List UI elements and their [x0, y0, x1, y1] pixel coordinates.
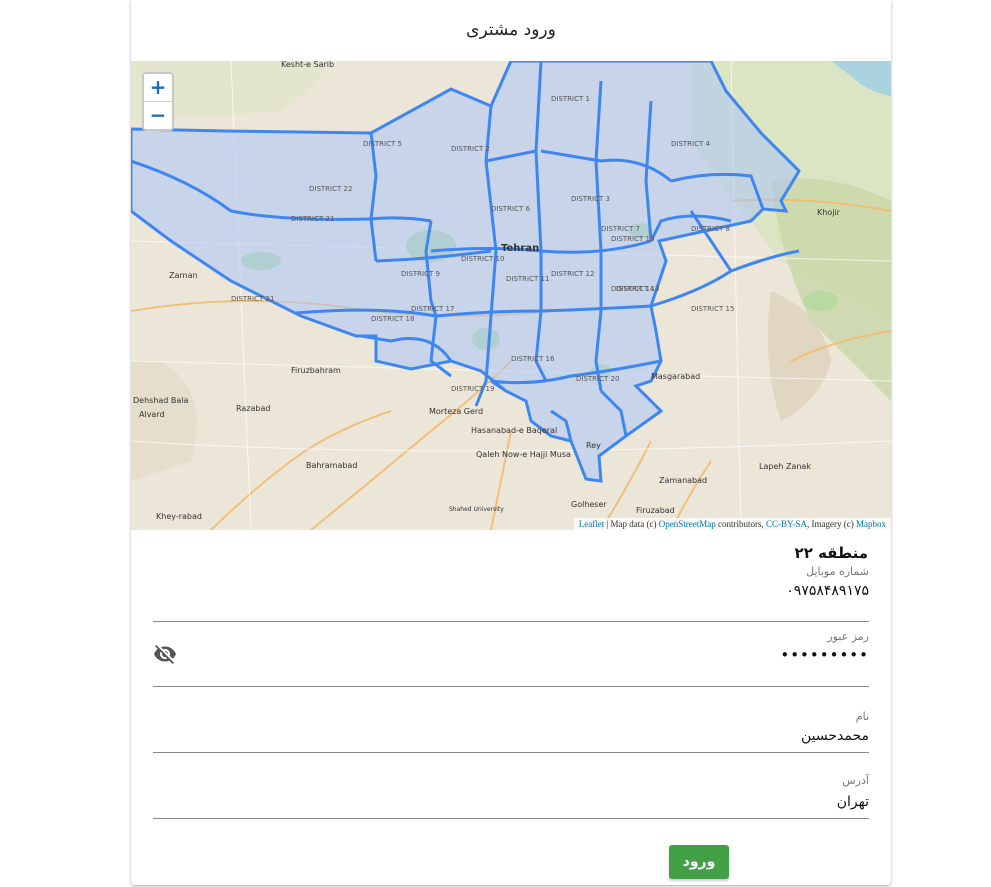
zoom-control: + −	[142, 72, 174, 131]
attribution-text: | Map data (c)	[604, 519, 659, 529]
mapbox-link[interactable]: Mapbox	[856, 519, 886, 529]
map-label: DISTRICT 15	[691, 305, 734, 313]
mobile-input[interactable]: ۰۹۷۵۸۴۸۹۱۷۵	[786, 583, 869, 599]
map-label: Zarnan	[169, 271, 198, 280]
name-label: نام	[855, 710, 869, 723]
login-card: ورود مشتری DISTRICT 22 DISTRICT 5 DISTRI…	[131, 0, 891, 885]
password-field[interactable]: رمز عبور •••••••••	[153, 630, 869, 687]
address-input[interactable]: تهران	[837, 794, 869, 810]
address-label: آدرس	[842, 774, 869, 787]
map-label: DISTRICT 19	[451, 385, 494, 393]
map-label: Alvard	[139, 410, 165, 419]
mobile-label: شماره موبایل	[806, 565, 869, 578]
map-label: DISTRICT 11	[506, 275, 549, 283]
zoom-out-button[interactable]: −	[144, 101, 172, 129]
map-label: DISTRICT 14	[611, 285, 655, 293]
name-field[interactable]: نام محمدحسین	[153, 696, 869, 753]
map-label: Golheser	[571, 500, 607, 509]
osm-link[interactable]: OpenStreetMap	[659, 519, 716, 529]
map-label: DISTRICT 18	[371, 315, 414, 323]
map-label: Qaleh Now-e Hajji Musa	[476, 450, 571, 459]
leaflet-link[interactable]: Leaflet	[579, 519, 604, 529]
page-title: ورود مشتری	[466, 20, 556, 40]
map-label: DISTRICT 10	[461, 255, 504, 263]
map-label: DISTRICT 6	[491, 205, 530, 213]
map-label: Zamanabad	[659, 476, 707, 485]
map-label: Masgarabad	[651, 372, 700, 381]
zoom-in-button[interactable]: +	[144, 74, 172, 101]
district-map[interactable]: DISTRICT 22 DISTRICT 5 DISTRICT 2 DISTRI…	[131, 61, 891, 530]
map-label: Dehshad Bala	[133, 396, 189, 405]
map-label: Kesht-e Sarib	[281, 61, 334, 69]
attribution-text: contributors,	[715, 519, 766, 529]
map-label: DISTRICT 13	[611, 235, 654, 243]
attribution-text: , Imagery (c)	[807, 519, 856, 529]
login-submit-button[interactable]: ورود	[669, 845, 729, 879]
map-label: DISTRICT 21	[291, 215, 334, 223]
map-label: Rey	[586, 441, 601, 450]
map-label: DISTRICT 20	[576, 375, 619, 383]
map-label: DISTRICT 12	[551, 270, 594, 278]
map-attribution: Leaflet | Map data (c) OpenStreetMap con…	[573, 518, 891, 530]
map-label: Khojir	[817, 208, 841, 217]
mobile-field[interactable]: شماره موبایل ۰۹۷۵۸۴۸۹۱۷۵	[153, 565, 869, 622]
map-label: DISTRICT 7	[601, 225, 640, 233]
map-label: DISTRICT 21	[231, 295, 274, 303]
map-label-tehran: Tehran	[501, 243, 539, 254]
map-label: Khey-rabad	[156, 512, 202, 521]
map-label: Razabad	[236, 404, 270, 413]
map-label: DISTRICT 22	[309, 185, 352, 193]
map-label: DISTRICT 17	[411, 305, 454, 313]
map-label: Shahed University	[449, 506, 504, 513]
map-label: DISTRICT 2	[451, 145, 490, 153]
map-label: Lapeh Zanak	[759, 462, 811, 471]
selected-region-label: منطقه ۲۲	[794, 544, 868, 562]
name-input[interactable]: محمدحسین	[801, 728, 869, 744]
map-label: Hasanabad-e Baqeral	[471, 426, 557, 435]
map-label: DISTRICT 5	[363, 140, 402, 148]
map-label: Firuzabad	[636, 506, 675, 515]
map-label: Firuzbahram	[291, 366, 341, 375]
map-tiles: DISTRICT 22 DISTRICT 5 DISTRICT 2 DISTRI…	[131, 61, 891, 530]
map-label: DISTRICT 4	[671, 140, 710, 148]
visibility-off-icon[interactable]	[153, 642, 177, 666]
password-input[interactable]: •••••••••	[780, 646, 869, 664]
map-label: DISTRICT 16	[511, 355, 555, 363]
map-label: Bahramabad	[306, 461, 357, 470]
map-label: DISTRICT 9	[401, 270, 440, 278]
license-link[interactable]: CC-BY-SA	[766, 519, 807, 529]
map-label: Morteza Gerd	[429, 407, 483, 416]
map-label: DISTRICT 8	[691, 225, 730, 233]
password-label: رمز عبور	[827, 630, 869, 643]
map-label: DISTRICT 1	[551, 95, 590, 103]
map-label: DISTRICT 3	[571, 195, 610, 203]
address-field[interactable]: آدرس تهران	[153, 762, 869, 819]
